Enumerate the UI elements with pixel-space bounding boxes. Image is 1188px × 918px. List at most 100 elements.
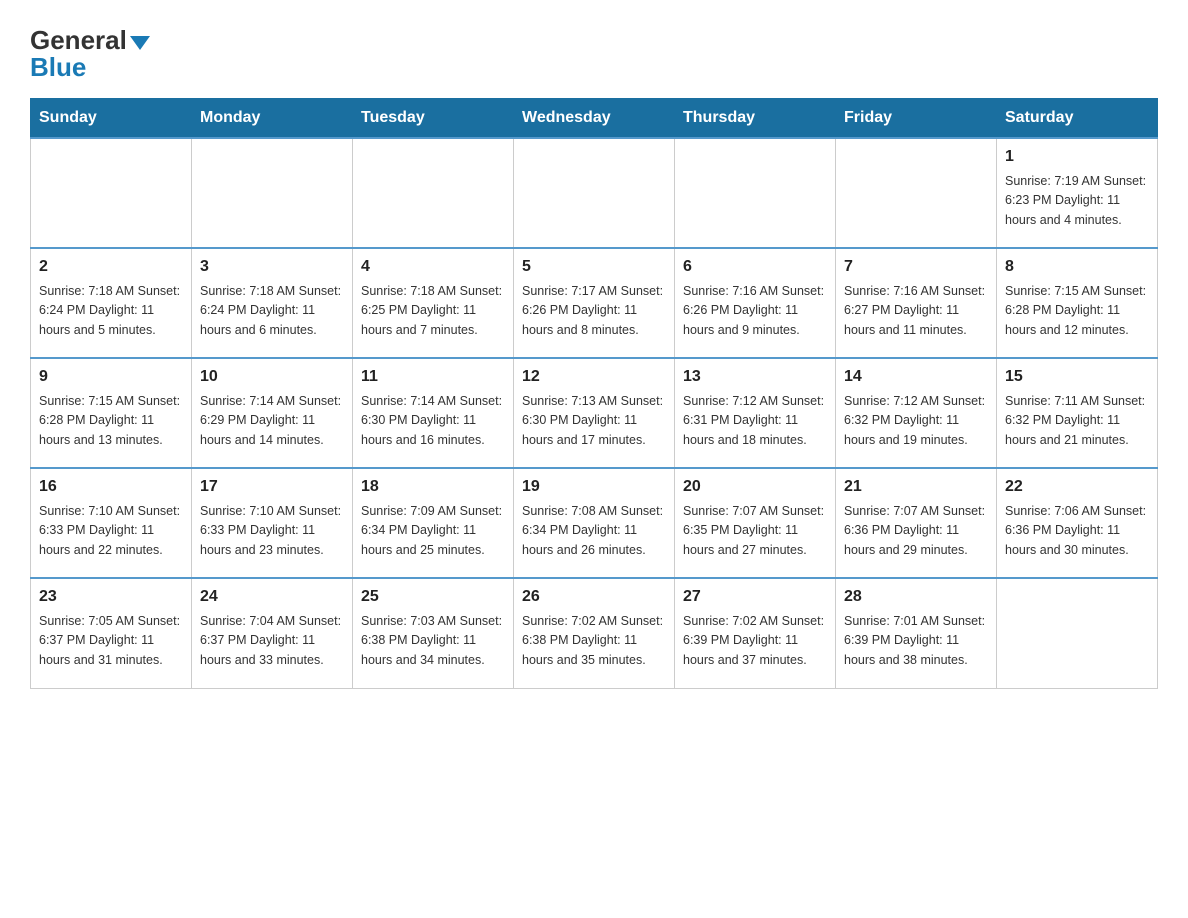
day-number: 20 (683, 475, 827, 499)
day-info: Sunrise: 7:18 AM Sunset: 6:24 PM Dayligh… (39, 282, 183, 340)
day-info: Sunrise: 7:09 AM Sunset: 6:34 PM Dayligh… (361, 502, 505, 560)
day-info: Sunrise: 7:05 AM Sunset: 6:37 PM Dayligh… (39, 612, 183, 670)
calendar-cell: 10 Sunrise: 7:14 AM Sunset: 6:29 PM Dayli… (192, 358, 353, 468)
day-info: Sunrise: 7:16 AM Sunset: 6:26 PM Dayligh… (683, 282, 827, 340)
day-number: 17 (200, 475, 344, 499)
calendar-cell (997, 578, 1158, 688)
day-info: Sunrise: 7:07 AM Sunset: 6:35 PM Dayligh… (683, 502, 827, 560)
day-number: 7 (844, 255, 988, 279)
day-info: Sunrise: 7:03 AM Sunset: 6:38 PM Dayligh… (361, 612, 505, 670)
day-info: Sunrise: 7:10 AM Sunset: 6:33 PM Dayligh… (200, 502, 344, 560)
logo-blue-text: Blue (30, 52, 150, 83)
calendar-cell (514, 138, 675, 248)
day-number: 28 (844, 585, 988, 609)
page-header: General Blue (30, 20, 1158, 83)
day-number: 11 (361, 365, 505, 389)
calendar-cell: 1 Sunrise: 7:19 AM Sunset: 6:23 PM Daylig… (997, 138, 1158, 248)
calendar-cell (192, 138, 353, 248)
day-info: Sunrise: 7:18 AM Sunset: 6:25 PM Dayligh… (361, 282, 505, 340)
day-number: 21 (844, 475, 988, 499)
day-info: Sunrise: 7:15 AM Sunset: 6:28 PM Dayligh… (39, 392, 183, 450)
day-number: 23 (39, 585, 183, 609)
day-info: Sunrise: 7:19 AM Sunset: 6:23 PM Dayligh… (1005, 172, 1149, 230)
day-info: Sunrise: 7:15 AM Sunset: 6:28 PM Dayligh… (1005, 282, 1149, 340)
calendar-cell: 5Sunrise: 7:17 AM Sunset: 6:26 PM Daylig… (514, 248, 675, 358)
day-number: 2 (39, 255, 183, 279)
calendar-cell: 19 Sunrise: 7:08 AM Sunset: 6:34 PM Dayli… (514, 468, 675, 578)
day-info: Sunrise: 7:12 AM Sunset: 6:32 PM Dayligh… (844, 392, 988, 450)
calendar-cell: 22 Sunrise: 7:06 AM Sunset: 6:36 PM Dayli… (997, 468, 1158, 578)
day-info: Sunrise: 7:02 AM Sunset: 6:39 PM Dayligh… (683, 612, 827, 670)
day-number: 26 (522, 585, 666, 609)
day-number: 13 (683, 365, 827, 389)
day-number: 12 (522, 365, 666, 389)
weekday-header-tuesday: Tuesday (353, 99, 514, 139)
day-info: Sunrise: 7:16 AM Sunset: 6:27 PM Dayligh… (844, 282, 988, 340)
calendar-cell: 15 Sunrise: 7:11 AM Sunset: 6:32 PM Dayli… (997, 358, 1158, 468)
day-number: 19 (522, 475, 666, 499)
calendar-cell: 3Sunrise: 7:18 AM Sunset: 6:24 PM Daylig… (192, 248, 353, 358)
day-info: Sunrise: 7:11 AM Sunset: 6:32 PM Dayligh… (1005, 392, 1149, 450)
day-info: Sunrise: 7:01 AM Sunset: 6:39 PM Dayligh… (844, 612, 988, 670)
day-info: Sunrise: 7:12 AM Sunset: 6:31 PM Dayligh… (683, 392, 827, 450)
weekday-header-thursday: Thursday (675, 99, 836, 139)
weekday-header-wednesday: Wednesday (514, 99, 675, 139)
calendar-cell: 28 Sunrise: 7:01 AM Sunset: 6:39 PM Dayli… (836, 578, 997, 688)
calendar-cell: 27 Sunrise: 7:02 AM Sunset: 6:39 PM Dayli… (675, 578, 836, 688)
logo: General Blue (30, 20, 150, 83)
calendar-cell: 7 Sunrise: 7:16 AM Sunset: 6:27 PM Daylig… (836, 248, 997, 358)
calendar-cell: 21Sunrise: 7:07 AM Sunset: 6:36 PM Dayli… (836, 468, 997, 578)
calendar-cell: 9 Sunrise: 7:15 AM Sunset: 6:28 PM Daylig… (31, 358, 192, 468)
calendar-cell: 25 Sunrise: 7:03 AM Sunset: 6:38 PM Dayli… (353, 578, 514, 688)
day-info: Sunrise: 7:04 AM Sunset: 6:37 PM Dayligh… (200, 612, 344, 670)
day-info: Sunrise: 7:13 AM Sunset: 6:30 PM Dayligh… (522, 392, 666, 450)
day-number: 15 (1005, 365, 1149, 389)
calendar-cell: 2 Sunrise: 7:18 AM Sunset: 6:24 PM Daylig… (31, 248, 192, 358)
day-number: 25 (361, 585, 505, 609)
week-row-4: 16 Sunrise: 7:10 AM Sunset: 6:33 PM Dayli… (31, 468, 1158, 578)
day-info: Sunrise: 7:14 AM Sunset: 6:30 PM Dayligh… (361, 392, 505, 450)
day-number: 22 (1005, 475, 1149, 499)
day-number: 1 (1005, 145, 1149, 169)
calendar-cell (836, 138, 997, 248)
day-number: 9 (39, 365, 183, 389)
day-info: Sunrise: 7:17 AM Sunset: 6:26 PM Dayligh… (522, 282, 666, 340)
weekday-header-saturday: Saturday (997, 99, 1158, 139)
calendar-cell: 8 Sunrise: 7:15 AM Sunset: 6:28 PM Daylig… (997, 248, 1158, 358)
day-number: 10 (200, 365, 344, 389)
calendar-cell: 16 Sunrise: 7:10 AM Sunset: 6:33 PM Dayli… (31, 468, 192, 578)
calendar-cell: 23 Sunrise: 7:05 AM Sunset: 6:37 PM Dayli… (31, 578, 192, 688)
day-info: Sunrise: 7:14 AM Sunset: 6:29 PM Dayligh… (200, 392, 344, 450)
day-number: 27 (683, 585, 827, 609)
day-number: 4 (361, 255, 505, 279)
calendar-cell (31, 138, 192, 248)
day-number: 6 (683, 255, 827, 279)
calendar-cell: 13 Sunrise: 7:12 AM Sunset: 6:31 PM Dayli… (675, 358, 836, 468)
calendar-cell: 14Sunrise: 7:12 AM Sunset: 6:32 PM Dayli… (836, 358, 997, 468)
week-row-3: 9 Sunrise: 7:15 AM Sunset: 6:28 PM Daylig… (31, 358, 1158, 468)
day-number: 24 (200, 585, 344, 609)
day-info: Sunrise: 7:06 AM Sunset: 6:36 PM Dayligh… (1005, 502, 1149, 560)
calendar-cell: 4 Sunrise: 7:18 AM Sunset: 6:25 PM Daylig… (353, 248, 514, 358)
day-number: 8 (1005, 255, 1149, 279)
day-info: Sunrise: 7:10 AM Sunset: 6:33 PM Dayligh… (39, 502, 183, 560)
weekday-header-sunday: Sunday (31, 99, 192, 139)
day-number: 16 (39, 475, 183, 499)
week-row-5: 23 Sunrise: 7:05 AM Sunset: 6:37 PM Dayli… (31, 578, 1158, 688)
calendar-cell: 24 Sunrise: 7:04 AM Sunset: 6:37 PM Dayli… (192, 578, 353, 688)
weekday-header-row: SundayMondayTuesdayWednesdayThursdayFrid… (31, 99, 1158, 139)
calendar-cell: 17 Sunrise: 7:10 AM Sunset: 6:33 PM Dayli… (192, 468, 353, 578)
calendar-cell: 12 Sunrise: 7:13 AM Sunset: 6:30 PM Dayli… (514, 358, 675, 468)
day-info: Sunrise: 7:08 AM Sunset: 6:34 PM Dayligh… (522, 502, 666, 560)
calendar-cell: 6 Sunrise: 7:16 AM Sunset: 6:26 PM Daylig… (675, 248, 836, 358)
weekday-header-monday: Monday (192, 99, 353, 139)
calendar-cell: 26 Sunrise: 7:02 AM Sunset: 6:38 PM Dayli… (514, 578, 675, 688)
calendar-cell: 18Sunrise: 7:09 AM Sunset: 6:34 PM Dayli… (353, 468, 514, 578)
day-number: 3 (200, 255, 344, 279)
logo-arrow-icon (130, 36, 150, 50)
day-info: Sunrise: 7:02 AM Sunset: 6:38 PM Dayligh… (522, 612, 666, 670)
calendar-cell (675, 138, 836, 248)
week-row-2: 2 Sunrise: 7:18 AM Sunset: 6:24 PM Daylig… (31, 248, 1158, 358)
week-row-1: 1 Sunrise: 7:19 AM Sunset: 6:23 PM Daylig… (31, 138, 1158, 248)
calendar-cell: 20 Sunrise: 7:07 AM Sunset: 6:35 PM Dayli… (675, 468, 836, 578)
